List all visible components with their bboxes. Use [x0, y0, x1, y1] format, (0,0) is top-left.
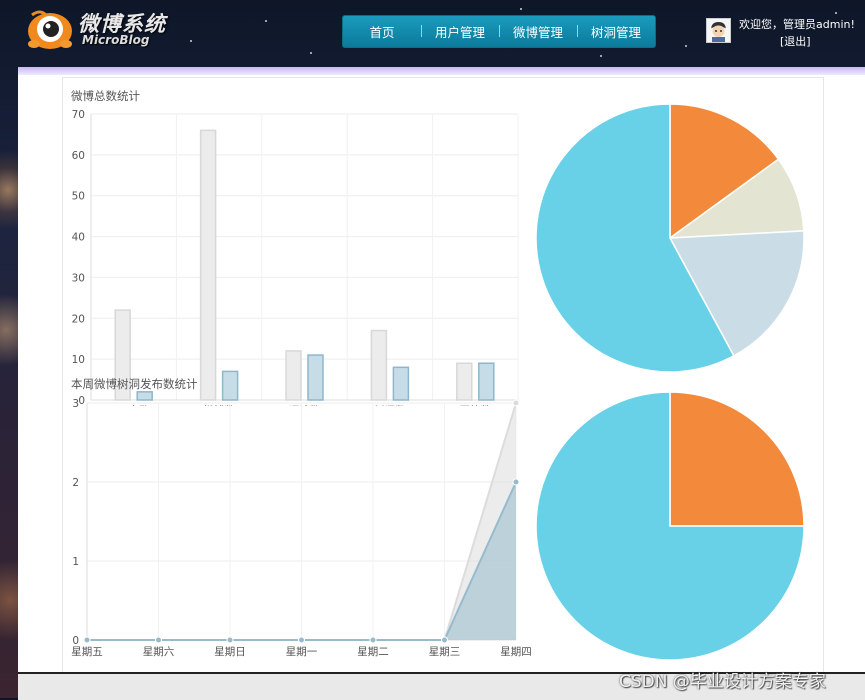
logo-eye-icon: [28, 10, 72, 49]
line-point-s1-1: [155, 636, 162, 644]
bar-y-tick-label-1: 10: [72, 354, 85, 366]
logo-subtitle: MicroBlog: [82, 33, 150, 47]
bar-chart: 010203040506070用户数微博数评论数树洞数回答数: [72, 109, 519, 406]
line-x-tick-label-6: 星期四: [500, 646, 532, 658]
header: 微博系统 MicroBlog 首页 用户管理 微博管理 树洞管理 欢迎您，管理员…: [0, 0, 865, 68]
nav-user-management[interactable]: 用户管理: [421, 22, 499, 41]
welcome-text: 欢迎您，管理员admin!: [739, 18, 855, 31]
line-point-s1-6: [512, 478, 520, 486]
bar-y-tick-label-3: 30: [72, 272, 85, 284]
line-point-s0-6: [512, 399, 520, 407]
line-x-tick-label-2: 星期日: [214, 646, 246, 658]
bar-chart-title: 微博总数统计: [71, 89, 140, 103]
line-point-s1-4: [369, 636, 377, 644]
watermark: CSDN @毕业设计方案专家: [619, 672, 826, 692]
user-box: 欢迎您，管理员admin! [退出]: [706, 18, 865, 58]
nav-home[interactable]: 首页: [343, 22, 421, 41]
line-point-s1-0: [83, 636, 91, 644]
bar-y-tick-label-2: 20: [72, 313, 85, 325]
line-point-s1-5: [441, 636, 448, 644]
line-x-tick-label-4: 星期二: [357, 646, 389, 658]
line-point-s1-2: [226, 636, 234, 644]
avatar[interactable]: [706, 18, 731, 43]
main-nav: 首页 用户管理 微博管理 树洞管理: [342, 15, 656, 48]
line-y-tick-label-1: 1: [72, 556, 79, 568]
line-y-tick-label-3: 3: [72, 398, 79, 410]
stats-panel: 微博总数统计 010203040506070用户数微博数评论数树洞数回答数 本周…: [62, 77, 824, 673]
line-y-tick-label-2: 2: [72, 477, 79, 489]
line-x-tick-label-1: 星期六: [143, 646, 175, 658]
main-content: 微博总数统计 010203040506070用户数微博数评论数树洞数回答数 本周…: [18, 75, 865, 673]
pie-chart-1: [535, 103, 805, 373]
line-x-tick-label-0: 星期五: [71, 646, 103, 658]
line-x-tick-label-5: 星期三: [429, 646, 461, 658]
line-x-tick-label-3: 星期一: [286, 646, 318, 658]
line-chart-title: 本周微博树洞发布数统计: [71, 377, 198, 391]
pie-chart-2: [535, 391, 805, 661]
header-divider: [18, 67, 865, 75]
logout-link[interactable]: [退出]: [780, 33, 811, 49]
bar-s0-3: [370, 329, 388, 401]
line-chart: 0123星期五 星期六 星期日 星期一 星期二 星期三 星期四: [71, 398, 532, 658]
bar-s0-2: [285, 350, 302, 401]
line-point-s1-3: [298, 636, 305, 644]
pie2-slice-0: [669, 391, 805, 527]
bar-y-tick-label-4: 40: [72, 232, 85, 244]
bar-y-tick-label-5: 50: [72, 191, 85, 203]
bar-s0-1: [199, 129, 217, 401]
bar-y-tick-label-7: 70: [72, 109, 85, 121]
bar-y-tick-label-6: 60: [72, 150, 85, 162]
nav-weibo-management[interactable]: 微博管理: [499, 22, 577, 41]
logo[interactable]: 微博系统 MicroBlog: [26, 7, 176, 51]
nav-treehole-management[interactable]: 树洞管理: [577, 22, 655, 41]
